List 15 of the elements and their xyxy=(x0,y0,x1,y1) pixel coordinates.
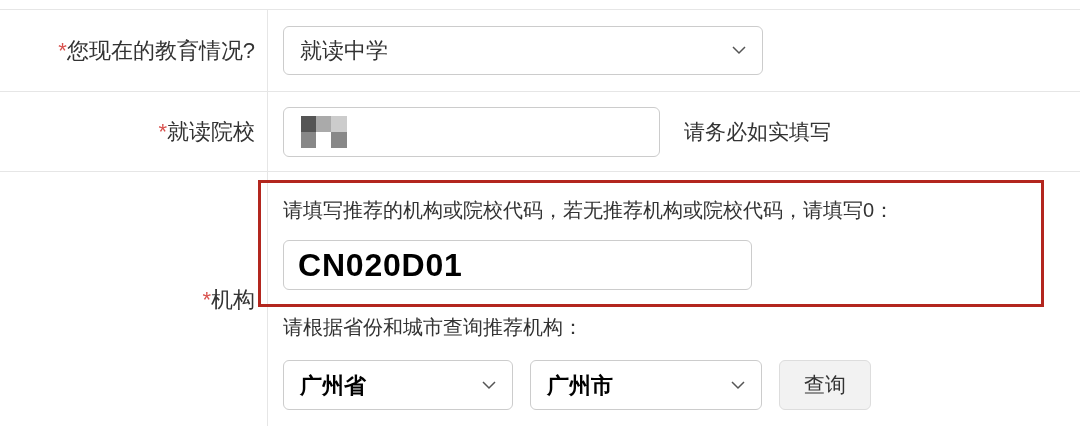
field-label: *就读院校 xyxy=(158,118,255,146)
school-input[interactable] xyxy=(283,106,660,157)
city-select[interactable]: 广州市 xyxy=(530,360,762,410)
search-button[interactable]: 查询 xyxy=(779,360,871,410)
province-select[interactable]: 广州省 xyxy=(283,360,513,410)
field-label: *机构 xyxy=(202,286,255,314)
instruction-text: 请填写推荐的机构或院校代码，若无推荐机构或院校代码，请填写0： xyxy=(283,198,895,223)
chevron-down-icon xyxy=(732,46,746,55)
education-select[interactable]: 就读中学 xyxy=(283,26,763,75)
hint-text: 请务必如实填写 xyxy=(684,118,831,145)
instruction-text: 请根据省份和城市查询推荐机构： xyxy=(283,315,584,340)
field-label: *您现在的教育情况? xyxy=(58,37,255,65)
chevron-down-icon xyxy=(731,380,745,390)
chevron-down-icon xyxy=(482,380,496,390)
code-input[interactable]: CN020D01 xyxy=(283,240,752,290)
